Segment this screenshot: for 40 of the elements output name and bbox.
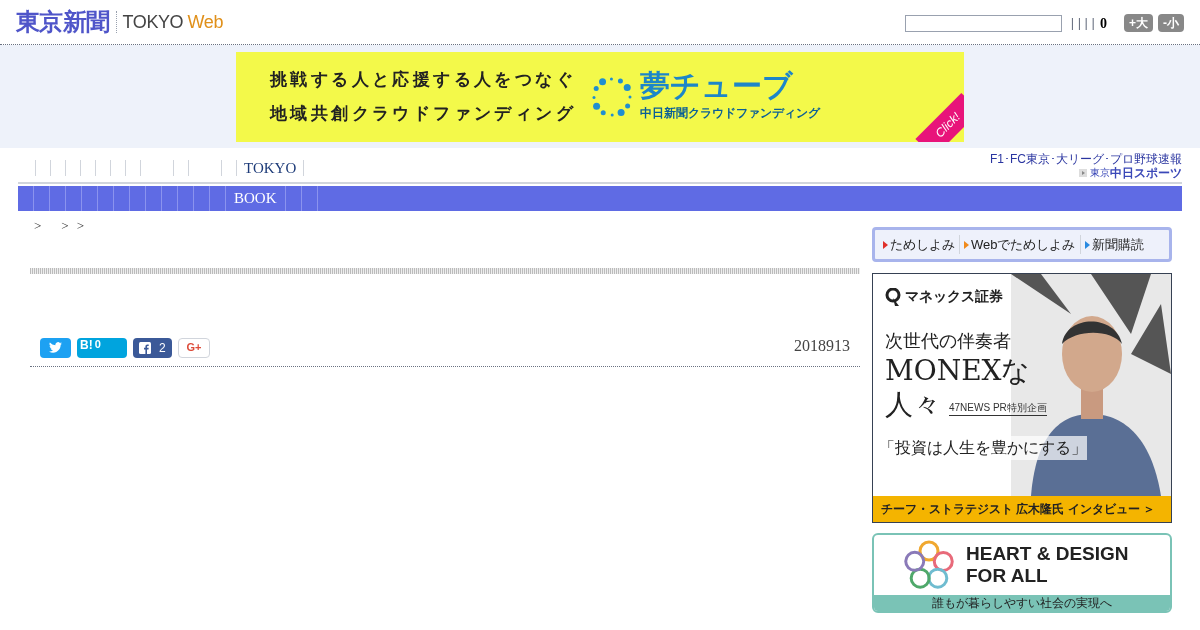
breadcrumb-separator: > [76,217,85,235]
subscribe-link[interactable]: 新聞購読 [1079,234,1148,255]
ad-title: FOR ALL [966,565,1049,587]
brand-subtitle: 中日新聞クラウドファンディング [640,105,820,122]
search-field[interactable] [904,14,1062,32]
breadcrumb-separator: > [34,217,42,235]
ad-headline: MONEXな [885,354,1032,388]
article-date: 2018913 [794,335,851,356]
ad-footer: 誰もが暮らしやすい社会の実現へ [874,595,1170,611]
counter: 0 [1100,14,1107,33]
ad-brand: マネックス証券 [905,287,1003,306]
brand-name: 夢チューブ [640,71,794,101]
banner-text: 地域共創クラウドファンディング [270,101,576,125]
ad-tag: 47NEWS PR特別企画 [949,400,1047,416]
nav-link[interactable]: TOKYO [244,156,297,179]
breadcrumb-separator: > [61,217,69,235]
ad-headline: 次世代の伴奏者 [885,329,1012,353]
ad-headline: 人々 [885,388,941,422]
facebook-share-button[interactable]: 2 [133,337,172,358]
heart-design-ad[interactable]: HEART & DESIGN FOR ALL 誰もが暮らしやすい社会の実現へ [872,533,1172,613]
tweet-button[interactable] [40,337,71,358]
divider-marks: | | | | [1070,14,1095,33]
nav-tab[interactable]: BOOK [226,186,286,211]
ad-title: HEART & DESIGN [966,543,1129,565]
logo-title[interactable]: 東京新聞 [16,4,110,40]
logo-icon [885,287,901,306]
sports-link[interactable]: F1･FC東京･大リーグ･プロ野球速報 東京中日スポーツ [990,153,1182,182]
facebook-icon [139,341,151,354]
google-plus-button[interactable]: G+ [178,337,210,358]
subscribe-link[interactable]: Webでためしよみ [959,234,1080,255]
arrow-icon [1079,169,1087,177]
shrink-text-button[interactable]: -小 [1158,14,1184,32]
flower-icon [902,540,956,590]
enlarge-text-button[interactable]: +大 [1124,14,1153,32]
monex-ad[interactable]: マネックス証券 次世代の伴奏者 MONEXな 人々 47NEWS PR特別企画 「投資は人生を豊かにする」 チーフ・ストラテジスト 広木隆氏 インタビュー ＞ [872,273,1172,523]
logo-subtitle[interactable]: TOKYO Web [122,8,223,36]
banner-text: 挑戦する人と応援する人をつなぐ [270,68,576,91]
ad-footer: チーフ・ストラテジスト 広木隆氏 インタビュー ＞ [873,496,1171,522]
subscribe-link[interactable]: ためしよみ [879,234,959,255]
bird-icon [49,342,62,353]
